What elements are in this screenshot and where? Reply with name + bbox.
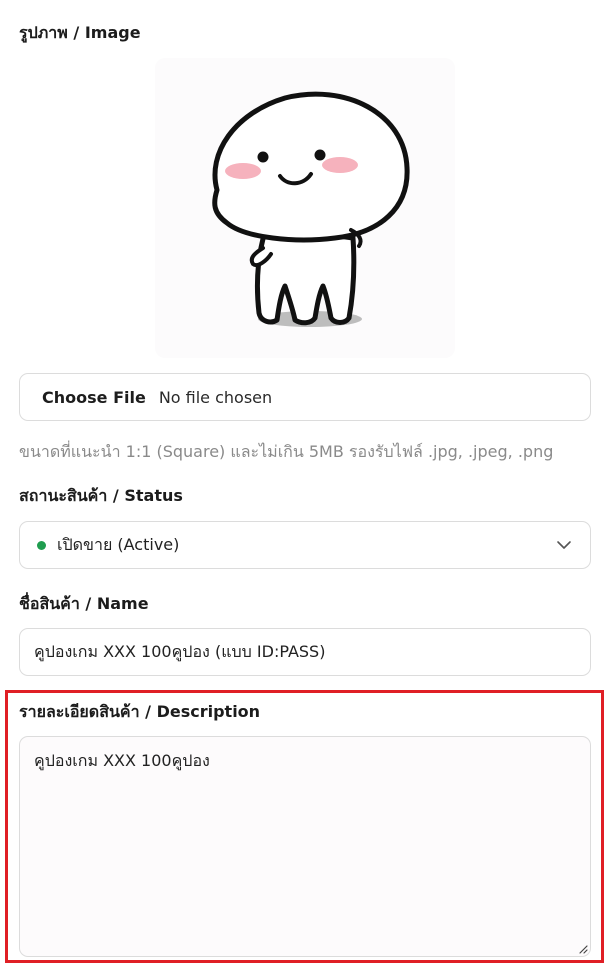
image-size-hint: ขนาดที่แนะนำ 1:1 (Square) และไม่เกิน 5MB… [19, 442, 554, 461]
status-label: สถานะสินค้า / Status [19, 486, 183, 505]
file-status-text: No file chosen [158, 387, 273, 407]
product-description-textarea[interactable]: คูปองเกม XXX 100คูปอง [19, 736, 591, 957]
status-selected-value: เปิดขาย (Active) [57, 534, 180, 554]
resize-grip-icon[interactable] [578, 944, 588, 954]
active-status-dot [37, 540, 46, 550]
image-label: รูปภาพ / Image [19, 23, 141, 42]
file-input[interactable]: Choose File No file chosen [19, 373, 591, 421]
cute-character-image [212, 91, 410, 327]
status-select[interactable]: เปิดขาย (Active) [19, 521, 591, 569]
chevron-down-icon [557, 541, 571, 549]
description-label: รายละเอียดสินค้า / Description [19, 702, 261, 721]
product-form: รูปภาพ / Image Choose File No file chose… [0, 0, 610, 965]
choose-file-button[interactable]: Choose File [42, 388, 146, 407]
name-label: ชื่อสินค้า / Name [19, 594, 149, 613]
product-name-input[interactable] [19, 628, 591, 676]
product-image-preview [155, 58, 455, 358]
